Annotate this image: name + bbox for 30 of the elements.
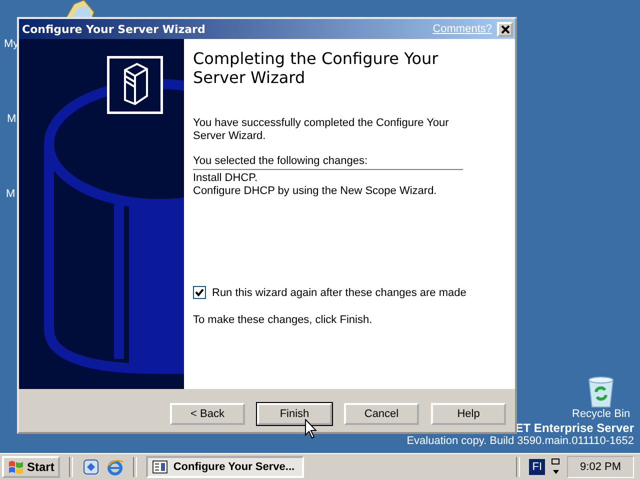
checkbox-label[interactable]: Run this wizard again after these changes are made	[212, 286, 466, 298]
page-heading: Completing the Configure Your Server Wizard	[193, 49, 440, 87]
change-item: Configure DHCP by using the New Scope Wizard.	[193, 185, 438, 198]
desktop-icon-label[interactable]: M	[6, 188, 16, 200]
change-item: Install DHCP.	[193, 172, 259, 185]
language-indicator[interactable]: FI	[529, 459, 546, 475]
windows-flag-icon	[8, 460, 24, 474]
recycle-bin-label[interactable]: Recycle Bin	[572, 408, 630, 420]
recycle-bin-icon[interactable]	[586, 376, 616, 408]
server-management-icon[interactable]	[82, 458, 100, 476]
server-icon	[107, 56, 163, 114]
checkbox[interactable]	[193, 286, 206, 299]
build-text: Evaluation copy. Build 3590.main.011110-1652	[406, 435, 634, 448]
wizard-button[interactable]: < Back	[170, 403, 245, 425]
changes-label: You selected the following changes:	[193, 155, 463, 170]
wizard-button[interactable]: Cancel	[344, 403, 419, 425]
instruction-text: To make these changes, click Finish.	[193, 314, 374, 326]
taskbar-button[interactable]: Configure Your Serve...	[146, 456, 304, 478]
wizard-button[interactable]: Help	[431, 403, 506, 425]
browser-icon[interactable]	[106, 458, 124, 476]
desktop-icon-label[interactable]: M	[7, 113, 16, 125]
window-title: Configure Your Server Wizard	[22, 22, 206, 36]
wizard-button[interactable]: Finish	[257, 403, 332, 425]
close-icon	[500, 24, 510, 34]
clock[interactable]: 9:02 PM	[567, 456, 634, 478]
start-button[interactable]: Start	[2, 456, 60, 478]
wizard-icon	[152, 460, 168, 474]
intro-text: You have successfully completed the Configure Your Server Wizard.	[193, 117, 450, 143]
close-button[interactable]	[497, 22, 513, 36]
cursor-icon	[305, 419, 317, 439]
